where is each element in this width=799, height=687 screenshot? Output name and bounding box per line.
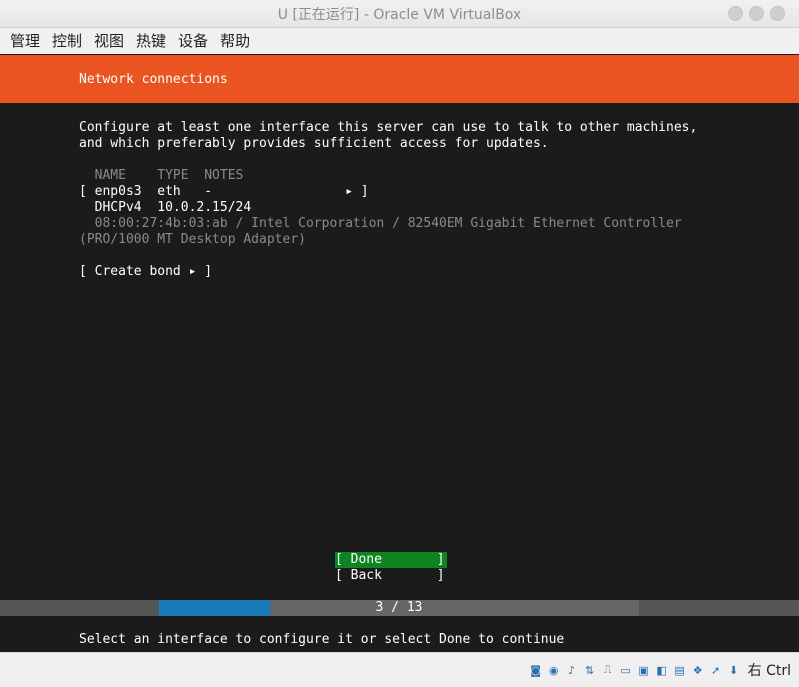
close-button[interactable] <box>770 6 785 21</box>
mouse-integration-icon[interactable]: ➚ <box>708 662 724 678</box>
menu-control[interactable]: 控制 <box>46 28 88 54</box>
description-line-2: and which preferably provides sufficient… <box>79 136 549 151</box>
table-header: NAME TYPE NOTES <box>79 168 244 183</box>
progress-bar: 3 / 13 <box>159 600 639 616</box>
description-line-1: Configure at least one interface this se… <box>79 120 698 135</box>
menu-view[interactable]: 视图 <box>88 28 130 54</box>
video-capture-icon[interactable]: ▤ <box>672 662 688 678</box>
interface-row-enp0s3[interactable]: [ enp0s3 eth - ▸ ] <box>79 184 369 200</box>
shared-folder-icon[interactable]: ▭ <box>618 662 634 678</box>
window-titlebar[interactable]: U [正在运行] - Oracle VM VirtualBox <box>0 0 799 28</box>
network-icon[interactable]: ⇅ <box>582 662 598 678</box>
audio-icon[interactable]: ♪ <box>564 662 580 678</box>
dhcp-row: DHCPv4 10.0.2.15/24 <box>79 200 252 215</box>
menu-devices[interactable]: 设备 <box>172 28 214 54</box>
keyboard-capture-icon[interactable]: ⬇ <box>726 662 742 678</box>
done-button[interactable]: [ Done ] <box>335 552 447 568</box>
status-line: Select an interface to configure it or s… <box>79 632 565 647</box>
snapshot-icon[interactable]: ◧ <box>654 662 670 678</box>
hardware-info-line-2: (PRO/1000 MT Desktop Adapter) <box>79 232 306 247</box>
installer-header: Network connections <box>0 55 799 103</box>
progress-band: 3 / 13 <box>0 600 799 616</box>
vm-screen[interactable]: Network connections Configure at least o… <box>0 55 799 652</box>
hard-disk-icon[interactable]: ◙ <box>528 662 544 678</box>
minimize-button[interactable] <box>728 6 743 21</box>
menu-help[interactable]: 帮助 <box>214 28 256 54</box>
create-bond-button[interactable]: [ Create bond ▸ ] <box>79 264 212 280</box>
optical-drive-icon[interactable]: ◉ <box>546 662 562 678</box>
page-title: Network connections <box>79 72 228 87</box>
menu-bar: 管理 控制 视图 热键 设备 帮助 <box>0 28 799 54</box>
back-button[interactable]: [ Back ] <box>335 568 447 584</box>
hardware-info-line-1: 08:00:27:4b:03:ab / Intel Corporation / … <box>79 216 682 231</box>
menu-hotkeys[interactable]: 热键 <box>130 28 172 54</box>
menu-machine[interactable]: 管理 <box>4 28 46 54</box>
progress-label: 3 / 13 <box>375 600 423 615</box>
maximize-button[interactable] <box>749 6 764 21</box>
guest-additions-icon[interactable]: ❖ <box>690 662 706 678</box>
host-key-label: 右 Ctrl <box>747 663 791 679</box>
display-icon[interactable]: ▣ <box>636 662 652 678</box>
usb-icon[interactable]: ⎍ <box>600 662 616 678</box>
window-title: U [正在运行] - Oracle VM VirtualBox <box>277 6 522 23</box>
status-bar: ◙ ◉ ♪ ⇅ ⎍ ▭ ▣ ◧ ▤ ❖ ➚ ⬇ 右 Ctrl <box>0 652 799 687</box>
window-controls <box>728 6 785 21</box>
